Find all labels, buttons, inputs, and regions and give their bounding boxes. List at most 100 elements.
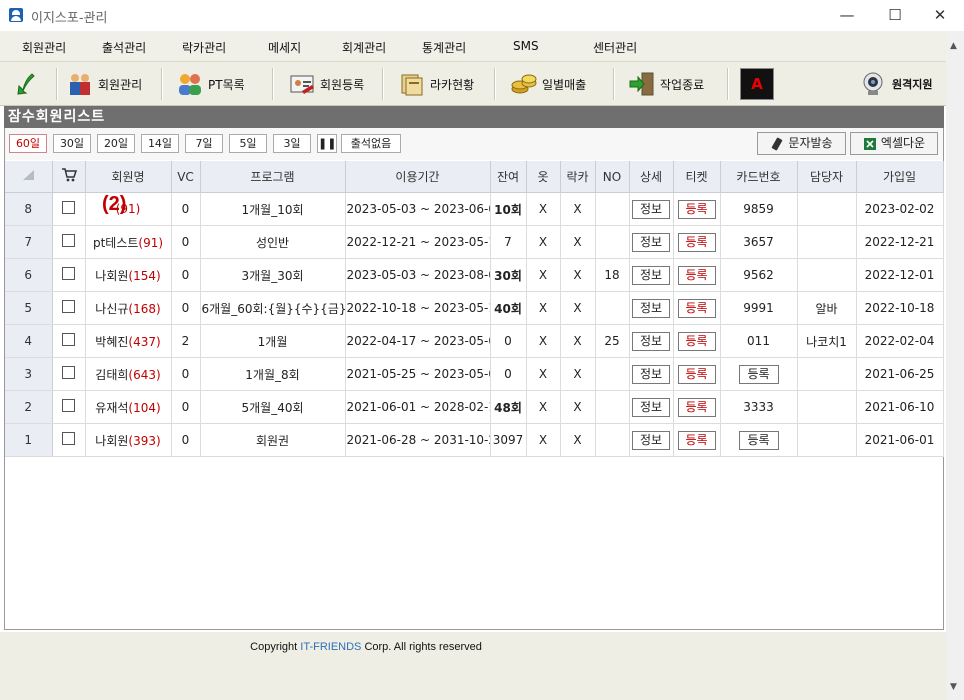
excel-download-button[interactable]: 엑셀다운 [850, 132, 938, 155]
row-checkbox[interactable] [62, 201, 75, 214]
cell-member-name[interactable]: 유재석(104) [85, 390, 172, 424]
exit-work-button[interactable]: 작업종료 [628, 68, 704, 100]
menu-accounting[interactable]: 회계관리 [342, 39, 386, 56]
daily-sales-button[interactable]: 일별매출 [510, 68, 586, 100]
row-checkbox[interactable] [62, 267, 75, 280]
header-joined[interactable]: 가입일 [856, 161, 944, 193]
header-period[interactable]: 이용기간 [345, 161, 491, 193]
maximize-button[interactable]: ☐ [872, 0, 918, 31]
header-remain[interactable]: 잔여 [490, 161, 527, 193]
info-button[interactable]: 정보 [632, 397, 670, 417]
ticket-register-button[interactable]: 등록 [677, 265, 716, 285]
info-button[interactable]: 정보 [632, 298, 670, 318]
table-row[interactable]: 2 유재석(104) 0 5개월_40회 2021-06-01 ~ 2028-02-11… [5, 390, 944, 424]
row-checkbox[interactable] [62, 333, 75, 346]
header-cloth[interactable]: 옷 [526, 161, 561, 193]
row-checkbox[interactable] [62, 234, 75, 247]
menu-locker[interactable]: 락카관리 [182, 39, 226, 56]
row-checkbox[interactable] [62, 399, 75, 412]
filter-60-button[interactable]: 60일 [9, 134, 47, 153]
table-row[interactable]: 1 나회원(393) 0 회원권 2021-06-28 ~ 2031-10-26 3097… [5, 423, 944, 457]
ticket-register-button[interactable]: 등록 [677, 298, 716, 318]
info-button[interactable]: 정보 [632, 331, 670, 351]
member-name: 유재석 [95, 400, 129, 415]
vertical-scrollbar[interactable]: ▲ ▼ [946, 31, 964, 700]
ticket-register-button[interactable]: 등록 [677, 364, 716, 384]
member-register-button[interactable]: 회원등록 [288, 68, 364, 100]
sms-send-button[interactable]: 문자발송 [757, 132, 846, 155]
table-row[interactable]: 5 나신규(168) 0 6개월_60회:{월}{수}{금} 2022-10-18 ~ … [5, 291, 944, 325]
member-id: (91) [138, 235, 164, 250]
black-app-button[interactable]: A [740, 68, 774, 100]
info-button[interactable]: 정보 [632, 364, 670, 384]
menu-statistics[interactable]: 통계관리 [422, 39, 466, 56]
ticket-register-button[interactable]: 등록 [677, 430, 716, 450]
cell-card: 9991 [720, 291, 798, 325]
filter-30-button[interactable]: 30일 [53, 134, 91, 153]
cell-member-name[interactable]: 박혜진(437) [85, 324, 172, 358]
table-row[interactable]: 8 (91) 0 1개월_10회 2023-05-03 ~ 2023-06-02 10회 X… [5, 192, 944, 226]
minimize-button[interactable]: — [824, 0, 870, 31]
row-checkbox[interactable] [62, 366, 75, 379]
table-row[interactable]: 3 김태희(643) 0 1개월_8회 2021-05-25 ~ 2023-05-04 0… [5, 357, 944, 391]
header-card[interactable]: 카드번호 [720, 161, 798, 193]
cell-member-name[interactable]: 나신규(168) [85, 291, 172, 325]
card-register-button[interactable]: 등록 [738, 430, 779, 450]
header-program[interactable]: 프로그램 [200, 161, 346, 193]
info-button[interactable]: 정보 [632, 232, 670, 252]
scroll-down-arrow[interactable]: ▼ [950, 682, 957, 692]
filter-20-button[interactable]: 20일 [97, 134, 135, 153]
info-button[interactable]: 정보 [632, 430, 670, 450]
pt-list-button[interactable]: PT목록 [176, 68, 245, 100]
header-staff[interactable]: 담당자 [797, 161, 857, 193]
copyright-brand: IT-FRIENDS [300, 641, 362, 653]
filter-5-button[interactable]: 5일 [229, 134, 267, 153]
cell-joined: 2021-06-01 [856, 423, 944, 457]
menu-message[interactable]: 메세지 [268, 39, 301, 56]
ticket-register-button[interactable]: 등록 [677, 397, 716, 417]
no-attendance-button[interactable]: 출석없음 [341, 134, 401, 153]
table-row[interactable]: 4 박혜진(437) 2 1개월 2022-04-17 ~ 2023-05-04 0 X X 2… [5, 324, 944, 358]
close-button[interactable]: ✕ [917, 0, 963, 31]
table-row[interactable]: 7 pt테스트(91) 0 성인반 2022-12-21 ~ 2023-05-11 7 X X… [5, 225, 944, 259]
filter-7-button[interactable]: 7일 [185, 134, 223, 153]
menu-center[interactable]: 센터관리 [593, 39, 637, 56]
ticket-register-button[interactable]: 등록 [677, 232, 716, 252]
member-manage-button[interactable]: 회원관리 [66, 68, 142, 100]
cell-member-name[interactable]: 나회원(393) [85, 423, 172, 457]
header-name[interactable]: 회원명 [85, 161, 172, 193]
menu-member[interactable]: 회원관리 [22, 39, 66, 56]
cell-detail: 정보 [629, 357, 674, 391]
cell-member-name[interactable]: 김태희(643) [85, 357, 172, 391]
card-register-button[interactable]: 등록 [738, 364, 779, 384]
header-detail[interactable]: 상세 [629, 161, 674, 193]
back-button[interactable] [12, 68, 40, 100]
menu-sms[interactable]: SMS [513, 39, 539, 53]
menu-attendance[interactable]: 출석관리 [102, 39, 146, 56]
info-button[interactable]: 정보 [632, 265, 670, 285]
cell-select [52, 324, 86, 358]
locker-status-button[interactable]: 라카현황 [398, 68, 474, 100]
filter-3-button[interactable]: 3일 [273, 134, 311, 153]
scroll-up-arrow[interactable]: ▲ [950, 41, 957, 51]
remote-support-button[interactable]: 원격지원 [860, 68, 932, 100]
cell-member-name[interactable]: pt테스트(91) [85, 225, 172, 259]
header-no[interactable]: NO [595, 161, 630, 193]
row-checkbox[interactable] [62, 300, 75, 313]
ticket-register-button[interactable]: 등록 [677, 331, 716, 351]
table-row[interactable]: 6 나회원(154) 0 3개월_30회 2023-05-03 ~ 2023-08-02… [5, 258, 944, 292]
info-button[interactable]: 정보 [632, 199, 670, 219]
row-checkbox[interactable] [62, 432, 75, 445]
header-cart[interactable] [52, 161, 86, 193]
cell-row-number: 7 [5, 225, 53, 259]
header-ticket[interactable]: 티켓 [673, 161, 721, 193]
header-locker[interactable]: 락카 [560, 161, 596, 193]
cell-member-name[interactable]: (91) [85, 192, 172, 226]
header-vc[interactable]: VC [171, 161, 201, 193]
cell-row-number: 1 [5, 423, 53, 457]
cell-member-name[interactable]: 나회원(154) [85, 258, 172, 292]
pause-button[interactable]: ❚❚ [317, 134, 337, 153]
header-corner[interactable] [5, 161, 53, 193]
filter-14-button[interactable]: 14일 [141, 134, 179, 153]
ticket-register-button[interactable]: 등록 [677, 199, 716, 219]
